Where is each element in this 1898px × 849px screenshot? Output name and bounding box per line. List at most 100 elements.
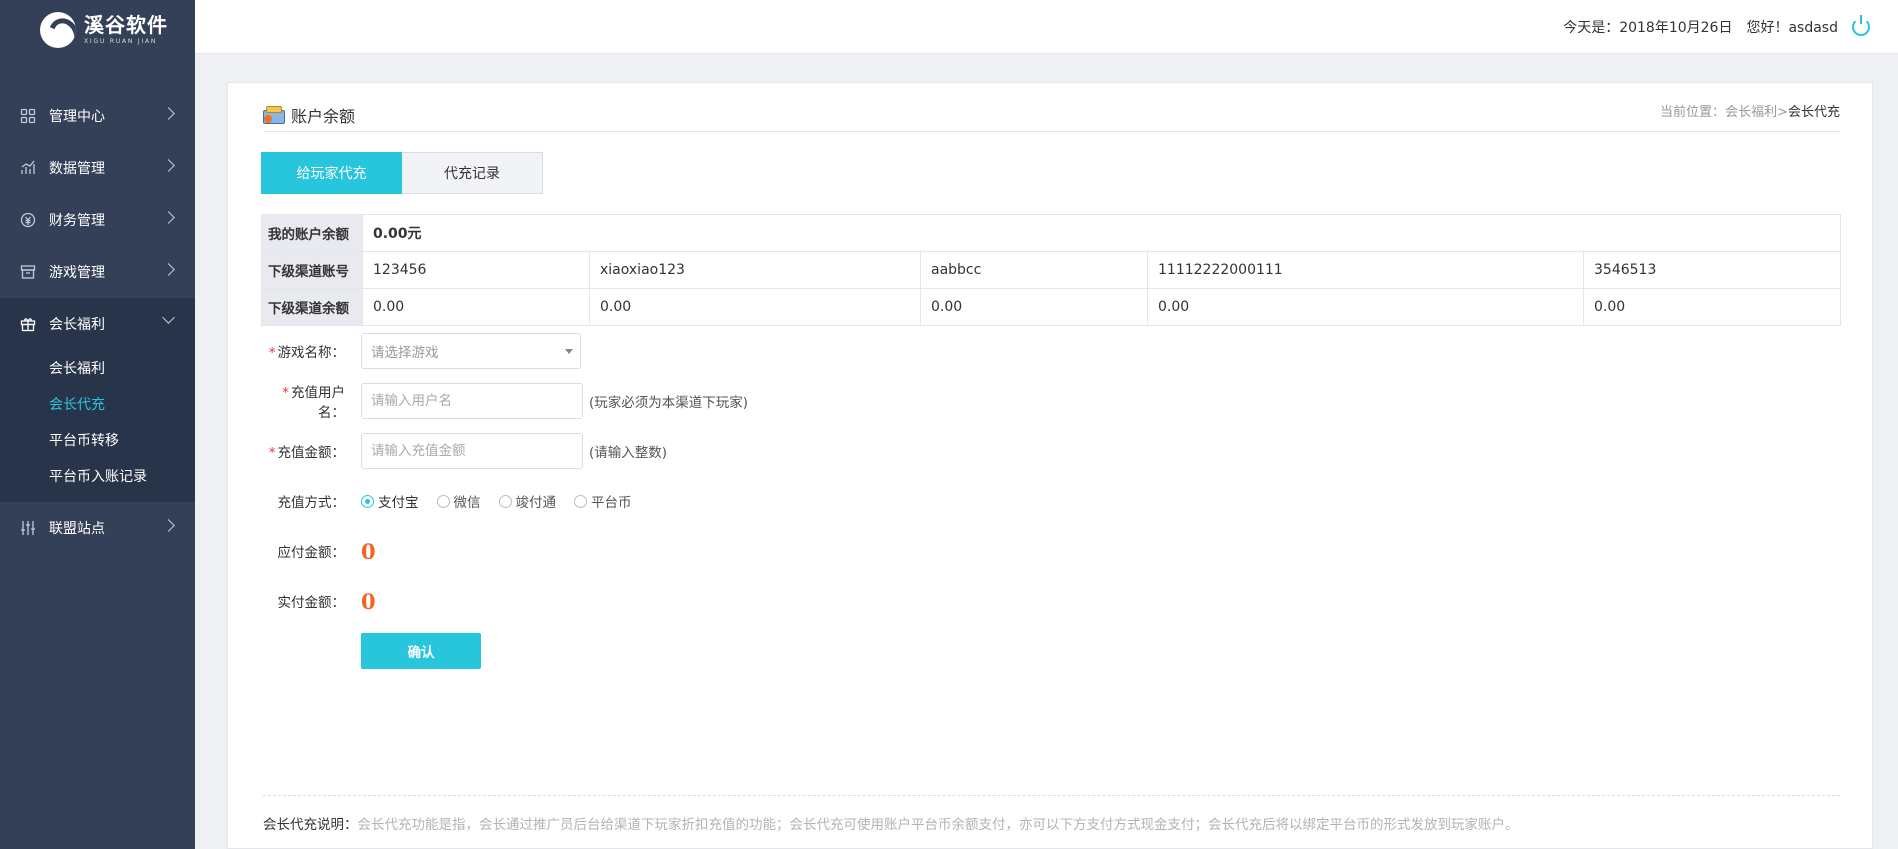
chevron-right-icon [162,211,175,224]
breadcrumb-parent[interactable]: 会长福利 [1725,105,1777,120]
channel-account: 3546513 [1583,251,1841,289]
note-label: 会长代充说明： [263,817,358,833]
payment-method-group: 支付宝 微信 竣付通 平台币 [361,491,632,511]
amount-label: * 充值金额： [268,445,345,461]
table-row: 我的账户余额 0.00元 [261,214,1841,252]
chart-icon [20,160,36,176]
game-label: * 游戏名称： [268,345,345,361]
sidebar-item-label: 财务管理 [49,213,105,229]
recharge-note: 会长代充说明：会长代充功能是指，会长通过推广员后台给渠道下玩家折扣充值的功能；会… [263,813,1519,833]
paid-amount: 0 [361,588,376,614]
tab-recharge-records[interactable]: 代充记录 [402,152,543,194]
sidebar-menu: 管理中心 数据管理 财务管理 游戏管理 会长福利 会长福利 会长代充 平台币转移… [0,90,195,554]
paid-label: 实付金额： [277,595,346,611]
table-row: 下级渠道账号 123456 xiaoxiao123 aabbcc 1111222… [261,251,1841,289]
confirm-button[interactable]: 确认 [361,633,481,669]
radio-alipay[interactable]: 支付宝 [361,491,419,511]
sidebar-subitem-coin-transfer[interactable]: 平台币转移 [0,422,195,458]
amount-hint: (请输入整数) [589,445,668,461]
breadcrumb: 当前位置：会长福利>会长代充 [1660,101,1840,120]
caret-down-icon [565,349,573,354]
chevron-down-icon [162,311,175,324]
main-panel: 账户余额 当前位置：会长福利>会长代充 给玩家代充 代充记录 我的账户余额 0.… [227,82,1873,849]
sidebar-item-label: 联盟站点 [49,521,105,537]
logout-power-icon[interactable] [1852,15,1870,36]
table-row: 下级渠道余额 0.00 0.00 0.00 0.00 0.00 [261,288,1841,326]
logo-icon [40,12,76,48]
page-title-text: 账户余额 [291,107,356,126]
balance-label: 我的账户余额 [261,214,363,252]
channel-account: xiaoxiao123 [589,251,921,289]
brand-logo[interactable]: 溪谷软件 XIGU RUAN JIAN [0,0,195,60]
username-label: * 充值用户名： [282,385,345,421]
sidebar: 溪谷软件 XIGU RUAN JIAN 管理中心 数据管理 财务管理 游戏管理 … [0,0,195,849]
method-label: 充值方式： [277,495,346,511]
submit-row: 确认 [261,633,481,669]
radio-wechat[interactable]: 微信 [436,491,481,511]
sidebar-subitem-coin-records[interactable]: 平台币入账记录 [0,458,195,494]
sidebar-subitem-recharge[interactable]: 会长代充 [0,386,195,422]
method-row: 充值方式： 支付宝 微信 竣付通 平台币 [261,483,632,519]
payable-amount: 0 [361,538,376,564]
brand-name: 溪谷软件 [84,13,168,37]
radio-unchecked-icon [574,494,587,508]
channel-account: aabbcc [920,251,1148,289]
username-row: *充值用户名： (玩家必须为本渠道下玩家) [261,383,749,421]
user-greeting[interactable]: 您好！asdasd [1746,17,1838,37]
payable-label: 应付金额： [277,545,346,561]
game-row: * 游戏名称： 请选择游戏 [261,333,581,369]
username-hint: (玩家必须为本渠道下玩家) [589,395,749,411]
sidebar-item-management-center[interactable]: 管理中心 [0,90,195,142]
wallet-icon [263,106,285,124]
breadcrumb-current: 会长代充 [1787,105,1840,120]
channel-balance: 0.00 [1147,288,1584,326]
amount-input[interactable] [361,433,583,469]
game-select[interactable]: 请选择游戏 [361,333,581,369]
account-table: 我的账户余额 0.00元 下级渠道账号 123456 xiaoxiao123 a… [261,214,1841,326]
title-divider [263,131,1840,132]
tab-recharge-player[interactable]: 给玩家代充 [261,152,402,194]
radio-platform-coin[interactable]: 平台币 [574,491,632,511]
paid-row: 实付金额： 0 [261,583,376,619]
sidebar-item-finance[interactable]: 财务管理 [0,194,195,246]
sidebar-item-label: 管理中心 [49,109,105,125]
page-title: 账户余额 [263,103,355,127]
archive-icon [20,264,36,280]
note-text: 会长代充功能是指，会长通过推广员后台给渠道下玩家折扣充值的功能；会长代充可使用账… [357,817,1519,833]
radio-unchecked-icon [436,494,450,508]
username-input[interactable] [361,383,583,419]
sidebar-subitem-welfare[interactable]: 会长福利 [0,350,195,386]
channel-account: 123456 [362,251,590,289]
amount-row: *充值金额： (请输入整数) [261,433,667,469]
tab-bar: 给玩家代充 代充记录 [261,152,543,194]
channel-balance: 0.00 [362,288,590,326]
sidebar-item-label: 数据管理 [49,161,105,177]
sidebar-item-alliance[interactable]: 联盟站点 [0,502,195,554]
sliders-icon [20,520,36,536]
chevron-right-icon [162,107,175,120]
sidebar-item-label: 游戏管理 [49,265,105,281]
chevron-right-icon [162,263,175,276]
gift-icon [20,316,36,332]
top-bar: 今天是：2018年10月26日 您好！asdasd [195,0,1898,54]
channel-balance: 0.00 [920,288,1148,326]
sub-balance-label: 下级渠道余额 [261,288,363,326]
breadcrumb-prefix: 当前位置： [1660,105,1726,120]
sub-account-label: 下级渠道账号 [261,251,363,289]
game-select-placeholder: 请选择游戏 [371,345,439,361]
radio-junfutong[interactable]: 竣付通 [498,491,556,511]
sidebar-submenu: 会长福利 会长代充 平台币转移 平台币入账记录 [0,350,195,502]
channel-account: 11112222000111 [1147,251,1584,289]
sidebar-item-welfare[interactable]: 会长福利 [0,298,195,350]
finance-icon [20,212,36,228]
grid-icon [20,108,36,124]
channel-balance: 0.00 [589,288,921,326]
current-date: 今天是：2018年10月26日 [1563,20,1733,36]
breadcrumb-separator: > [1777,105,1788,120]
radio-unchecked-icon [498,494,512,508]
sidebar-item-label: 会长福利 [49,317,105,333]
sidebar-item-data[interactable]: 数据管理 [0,142,195,194]
radio-checked-icon [361,494,374,508]
sidebar-item-games[interactable]: 游戏管理 [0,246,195,298]
note-divider [263,795,1840,796]
